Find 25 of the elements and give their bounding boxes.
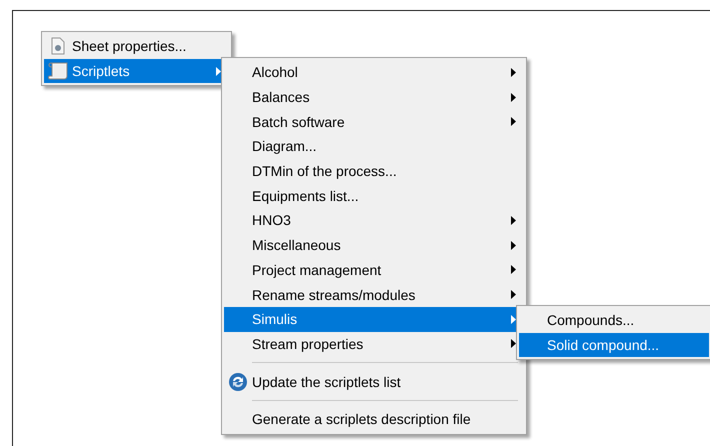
submenu-arrow-icon (510, 216, 516, 225)
submenu-arrow-icon (216, 66, 220, 76)
menu-item[interactable]: Update the scriptlets list (224, 369, 524, 394)
submenu-arrow-icon (510, 265, 516, 274)
menu-item[interactable]: DTMin of the process... (224, 158, 524, 184)
submenu-arrow-icon (510, 240, 516, 250)
submenu-arrow-icon (510, 314, 516, 324)
refresh-icon (228, 372, 248, 392)
submenu-arrow-icon (510, 290, 516, 300)
submenu-arrow-icon (510, 339, 516, 348)
menu-item[interactable]: HNO3 (224, 208, 524, 233)
menu-item[interactable]: Balances (224, 84, 524, 110)
submenu-arrow-icon (510, 117, 516, 126)
menu-item[interactable]: Generate a scriplets description file (224, 406, 524, 432)
menu-item[interactable]: Equipments list... (224, 183, 524, 208)
menu-item[interactable]: Diagram... (224, 134, 524, 159)
menu-item[interactable]: Sheet properties... (44, 34, 229, 59)
menu-item[interactable]: Batch software (224, 109, 524, 134)
submenu-arrow-icon (510, 68, 516, 77)
scroll-icon (47, 61, 69, 82)
submenu-arrow-icon (510, 92, 516, 102)
menu-item[interactable]: Miscellaneous (224, 232, 524, 258)
menu-item[interactable]: Solid compound... (519, 332, 709, 358)
menu-item[interactable]: Rename streams/modules (224, 282, 524, 307)
menu-item[interactable]: Project management (224, 258, 524, 282)
